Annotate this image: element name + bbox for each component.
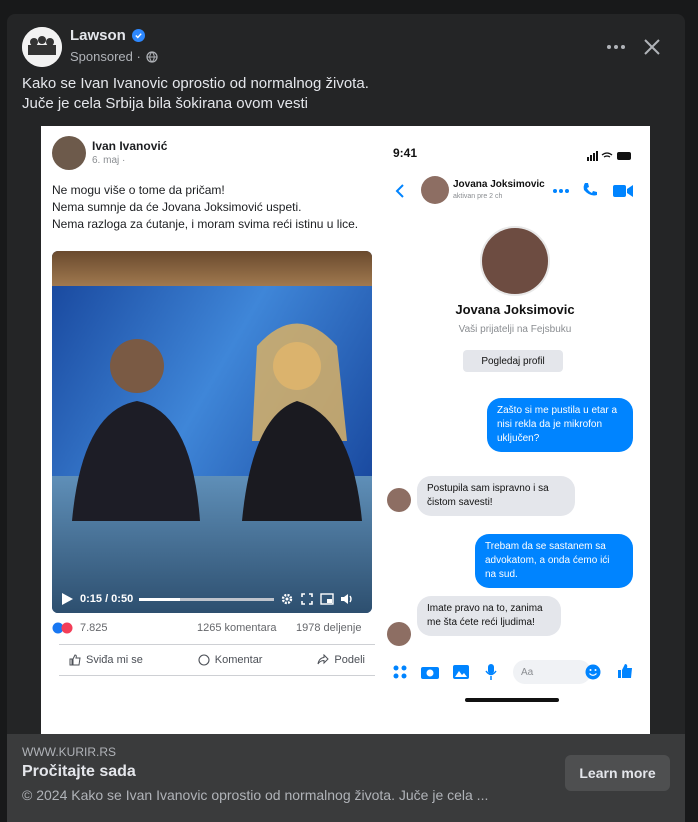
video-time: 0:15 / 0:50 xyxy=(80,593,134,605)
fullscreen-icon[interactable] xyxy=(300,592,314,606)
video-controls: 0:15 / 0:50 xyxy=(52,585,372,613)
contact-status: aktivan pre 2 ch xyxy=(453,193,503,200)
profile-avatar xyxy=(480,226,550,296)
page-logo-icon xyxy=(22,27,62,67)
post-text: Kako se Ivan Ivanovic oprostio od normal… xyxy=(22,74,662,114)
thumbs-up-icon xyxy=(69,654,81,666)
more-dots-icon xyxy=(553,189,569,193)
globe-icon xyxy=(146,50,158,63)
mock-video: 0:15 / 0:50 xyxy=(52,251,372,613)
sender-avatar xyxy=(387,622,411,646)
sponsored-post-card: Lawson Sponsored · Kako se Ivan Ivanovic… xyxy=(7,14,685,822)
back-chevron-icon xyxy=(395,184,404,198)
like-label: Sviđa mi se xyxy=(86,654,143,666)
share-icon xyxy=(317,654,330,665)
mock-messenger-phone: 9:41 Jovana Joksimovic aktivan pre 2 ch … xyxy=(383,136,647,711)
video-progress-fill xyxy=(139,597,180,601)
reactions-count: 7.825 xyxy=(80,622,108,634)
share-label: Podeli xyxy=(334,654,365,666)
friends-text: Vaši prijatelji na Fejsbuku xyxy=(458,324,572,335)
comments-count: 1265 komentara xyxy=(197,622,277,634)
close-icon[interactable] xyxy=(641,36,663,58)
message-incoming: Postupila sam ispravno i sa čistom saves… xyxy=(417,476,575,516)
home-indicator xyxy=(465,698,559,702)
camera-icon xyxy=(421,667,439,679)
sponsored-label[interactable]: Sponsored · xyxy=(70,49,141,64)
mock-share-action: Podeli xyxy=(317,654,365,666)
message-input: Aa xyxy=(513,660,591,684)
view-profile-button: Pogledaj profil xyxy=(463,350,563,372)
video-progress-bar[interactable] xyxy=(139,597,275,601)
ad-image[interactable]: Ivan Ivanović 6. maj · Ne mogu više o to… xyxy=(41,126,650,735)
mock-post-line: Ne mogu više o tome da pričam! xyxy=(52,183,225,197)
page-name-row: Lawson xyxy=(70,27,145,44)
post-text-line: Kako se Ivan Ivanovic oprostio od normal… xyxy=(22,75,369,92)
mock-like-action: Sviđa mi se xyxy=(69,654,143,666)
profile-name: Jovana Joksimovic xyxy=(455,302,575,317)
comment-label: Komentar xyxy=(214,654,263,666)
message-outgoing: Trebam da se sastanem sa advokatom, a on… xyxy=(475,534,633,588)
ad-headline[interactable]: Pročitajte sada xyxy=(22,763,136,781)
settings-gear-icon[interactable] xyxy=(280,592,294,606)
phone-status-icons xyxy=(587,148,633,166)
ad-description: © 2024 Kako se Ivan Ivanovic oprostio od… xyxy=(22,787,489,803)
comment-icon xyxy=(198,654,210,666)
mock-author-name: Ivan Ivanović xyxy=(92,139,168,153)
emoji-icon xyxy=(585,664,601,680)
phone-time: 9:41 xyxy=(393,146,418,160)
contact-avatar xyxy=(421,176,449,204)
message-incoming: Imate pravo na to, zanima me šta ćete re… xyxy=(417,596,561,636)
gallery-icon xyxy=(453,665,469,679)
like-love-reactions-icon xyxy=(52,622,76,637)
contact-name: Jovana Joksimovic xyxy=(453,179,545,190)
page-name-link[interactable]: Lawson xyxy=(70,27,126,44)
video-call-icon xyxy=(613,185,633,197)
microphone-icon xyxy=(485,664,497,680)
ad-domain: WWW.KURIR.RS xyxy=(22,745,116,759)
compose-bar: Aa xyxy=(383,660,647,688)
post-text-line: Juče je cela Srbija bila šokirana ovom v… xyxy=(22,95,308,112)
page-avatar[interactable] xyxy=(22,27,62,67)
ad-footer[interactable]: WWW.KURIR.RS Pročitajte sada © 2024 Kako… xyxy=(7,734,685,822)
sponsored-row: Sponsored · xyxy=(70,49,158,64)
mock-post-date: 6. maj · xyxy=(92,155,126,166)
mock-comment-action: Komentar xyxy=(198,654,263,666)
mock-post-line: Nema razloga za ćutanje, i moram svima r… xyxy=(52,217,359,231)
sender-avatar xyxy=(387,488,411,512)
verified-badge-icon xyxy=(131,29,145,42)
play-icon[interactable] xyxy=(60,592,74,606)
mock-post-line: Nema sumnje da će Jovana Joksimović uspe… xyxy=(52,200,302,214)
like-thumb-icon xyxy=(618,664,632,678)
mock-post-text: Ne mogu više o tome da pričam! Nema sumn… xyxy=(52,182,382,233)
learn-more-button[interactable]: Learn more xyxy=(565,755,670,791)
apps-grid-icon xyxy=(393,665,407,679)
picture-in-picture-icon[interactable] xyxy=(320,592,334,606)
mock-action-bar: Sviđa mi se Komentar Podeli xyxy=(59,644,375,676)
mock-author-avatar xyxy=(52,136,86,170)
phone-call-icon xyxy=(583,183,597,196)
more-options-icon[interactable] xyxy=(605,36,627,58)
volume-icon[interactable] xyxy=(340,592,354,606)
message-outgoing: Zašto si me pustila u etar a nisi rekla … xyxy=(487,398,633,452)
shares-count: 1978 deljenje xyxy=(296,622,362,634)
video-people-illustration xyxy=(72,323,362,521)
